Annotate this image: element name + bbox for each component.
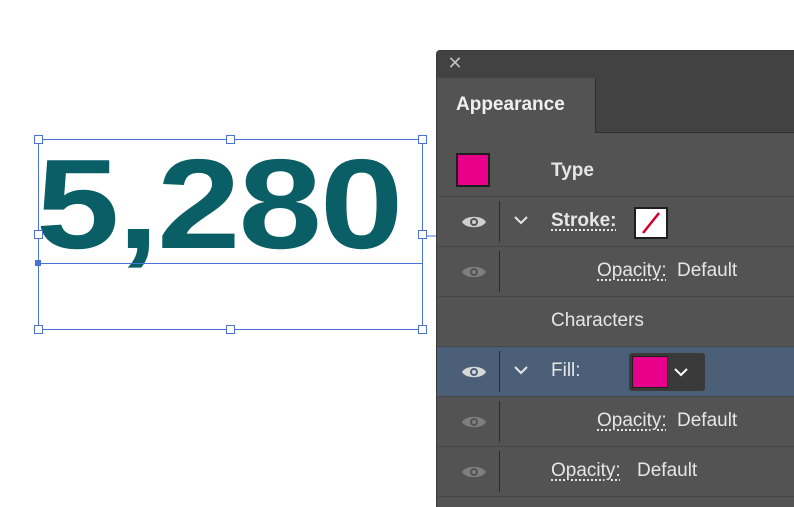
panel-titlebar[interactable]: ✕	[437, 51, 794, 78]
row-stroke[interactable]: Stroke:	[437, 197, 794, 247]
opacity-value: Default	[637, 460, 698, 481]
stroke-opacity-label[interactable]: Opacity:	[597, 260, 667, 282]
row-fill-opacity[interactable]: Opacity: Default	[437, 397, 794, 447]
row-divider	[499, 351, 500, 392]
fill-swatch[interactable]	[632, 356, 668, 388]
tab-appearance[interactable]: Appearance	[437, 78, 596, 133]
panel-tab-strip: Appearance	[437, 78, 794, 133]
fill-opacity-value: Default	[677, 410, 738, 431]
fill-color-dropdown[interactable]	[629, 353, 705, 391]
eye-icon[interactable]	[461, 464, 487, 480]
handle-middle-left	[34, 230, 43, 239]
row-divider	[499, 251, 500, 292]
row-type[interactable]: Type	[437, 147, 794, 197]
tab-appearance-label: Appearance	[456, 94, 565, 115]
selection-frame	[38, 139, 423, 330]
handle-top-left	[34, 135, 43, 144]
chevron-down-icon[interactable]	[513, 213, 529, 227]
row-divider	[499, 201, 500, 242]
appearance-panel: ✕ Appearance Type Stroke: Opacity: Defau…	[436, 50, 794, 507]
fill-opacity-label[interactable]: Opacity:	[597, 410, 667, 432]
baseline-anchor	[35, 260, 41, 266]
opacity-label[interactable]: Opacity:	[551, 460, 621, 482]
close-icon[interactable]: ✕	[447, 55, 463, 73]
row-fill[interactable]: Fill:	[437, 347, 794, 397]
handle-bottom-left	[34, 325, 43, 334]
chevron-down-icon[interactable]	[513, 363, 529, 377]
row-stroke-opacity[interactable]: Opacity: Default	[437, 247, 794, 297]
row-divider	[499, 451, 500, 492]
stroke-none-swatch[interactable]	[634, 207, 668, 239]
row-opacity[interactable]: Opacity: Default	[437, 447, 794, 497]
type-label: Type	[551, 160, 594, 181]
row-characters[interactable]: Characters	[437, 297, 794, 347]
eye-icon[interactable]	[461, 414, 487, 430]
handle-top-center	[226, 135, 235, 144]
handle-top-right	[418, 135, 427, 144]
none-slash-icon	[642, 212, 660, 234]
stroke-label[interactable]: Stroke:	[551, 210, 616, 232]
characters-label: Characters	[551, 310, 644, 331]
stroke-opacity-value: Default	[677, 260, 738, 281]
selection-bounding-box[interactable]	[0, 0, 436, 506]
fill-label: Fill:	[551, 360, 581, 381]
type-fill-swatch[interactable]	[456, 153, 490, 187]
eye-icon[interactable]	[461, 364, 487, 380]
appearance-rows: Type Stroke: Opacity: Default Characters…	[437, 147, 794, 497]
chevron-down-icon[interactable]	[673, 365, 689, 379]
handle-middle-right	[418, 230, 427, 239]
handle-bottom-right	[418, 325, 427, 334]
eye-icon[interactable]	[461, 214, 487, 230]
row-divider	[499, 401, 500, 442]
handle-bottom-center	[226, 325, 235, 334]
eye-icon[interactable]	[461, 264, 487, 280]
